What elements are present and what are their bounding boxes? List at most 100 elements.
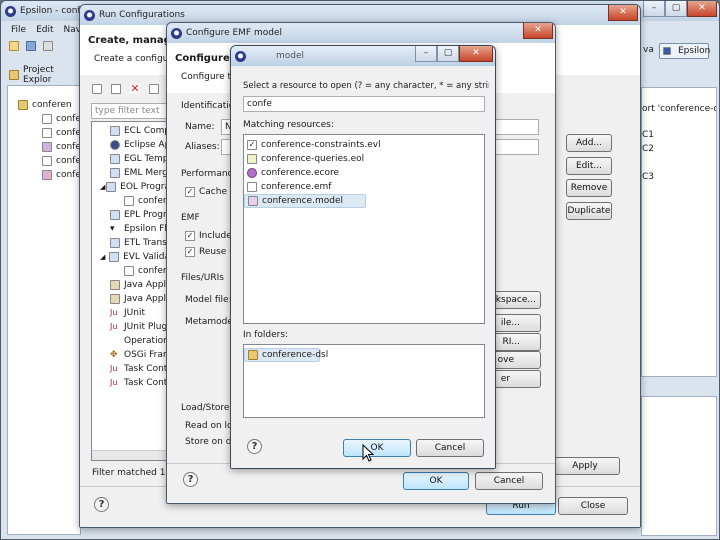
config-tree: ECL Compa Eclipse Ap EGL Templ EML Merge…: [91, 121, 171, 461]
new-icon[interactable]: [9, 41, 19, 51]
explorer-file-row[interactable]: conferen: [8, 154, 96, 168]
duplicate-config-icon[interactable]: [111, 84, 121, 94]
ecl-icon: [110, 126, 120, 136]
help-icon[interactable]: ?: [247, 439, 262, 454]
apply-button[interactable]: Apply: [550, 457, 620, 475]
tree-row-java-applet[interactable]: Java Applet: [92, 278, 170, 292]
file-icon: [42, 128, 52, 138]
tree-row-eol-config[interactable]: confere: [92, 194, 170, 208]
section-load-store: Load/Store: [181, 403, 230, 413]
section-files: Files/URIs: [181, 273, 224, 283]
eclipse-minimize-button[interactable]: –: [643, 1, 665, 17]
resource-row-emf[interactable]: conference.emf: [244, 180, 484, 194]
tree-row-flock[interactable]: ▾ Epsilon Flo: [92, 222, 170, 236]
run-config-close-button[interactable]: ✕: [608, 5, 638, 21]
osgi-icon: ✥: [110, 350, 120, 360]
duplicate-button[interactable]: Duplicate: [566, 202, 612, 220]
save-icon[interactable]: [26, 41, 36, 51]
editor-mark-c1: C1: [642, 130, 655, 140]
tree-row-osgi[interactable]: ✥ OSGi Fram: [92, 348, 170, 362]
add-button[interactable]: Add...: [566, 134, 612, 152]
close-button[interactable]: Close: [558, 497, 628, 515]
ecore-file-icon: [247, 168, 257, 178]
include-checkbox[interactable]: ✓: [185, 231, 195, 241]
tree-row-eclipse-app[interactable]: Eclipse Ap: [92, 138, 170, 152]
resource-search-input[interactable]: confe: [243, 96, 485, 112]
tree-horizontal-scrollbar[interactable]: [92, 450, 170, 460]
emf-ok-button[interactable]: OK: [403, 472, 469, 490]
model-file-icon: [248, 196, 258, 206]
help-icon[interactable]: ?: [94, 497, 109, 512]
file-icon: [42, 170, 52, 180]
menu-file[interactable]: File: [11, 25, 26, 35]
explorer-file-row[interactable]: conferen: [8, 140, 96, 154]
tree-row-evl[interactable]: ◢ EVL Valida: [92, 250, 170, 264]
etl-icon: [110, 238, 120, 248]
menu-edit[interactable]: Edit: [36, 25, 53, 35]
tree-row-evl-config[interactable]: confer: [92, 264, 170, 278]
tree-row-operational[interactable]: Operationa: [92, 334, 170, 348]
eclipse-menubar: File Edit Navi: [1, 22, 84, 38]
folder-row[interactable]: conference-dsl: [244, 348, 328, 362]
tree-row-etl[interactable]: ETL Transf: [92, 236, 170, 250]
explorer-file-row[interactable]: conferen: [8, 168, 96, 182]
store-on-dispose-label: Store on di: [185, 437, 234, 447]
explorer-file-row[interactable]: conferen: [8, 112, 96, 126]
resource-cancel-button[interactable]: Cancel: [416, 439, 484, 457]
resource-row-model[interactable]: conference.model: [244, 194, 366, 208]
emf-close-button[interactable]: ✕: [523, 23, 553, 39]
print-icon[interactable]: [43, 41, 53, 51]
expanded-triangle-icon[interactable]: ◢: [100, 253, 109, 261]
project-explorer-icon: [9, 70, 19, 80]
resource-row-evl[interactable]: ✓ conference-constraints.evl: [244, 138, 484, 152]
task-icon: Ju: [110, 364, 120, 374]
tree-row-task2[interactable]: Ju Task Conte: [92, 376, 170, 390]
emf-title: Configure EMF model: [186, 28, 282, 38]
editor-mark-c3: C3: [642, 172, 655, 182]
resource-close-button[interactable]: ✕: [459, 46, 493, 62]
junit-plugin-icon: Ju: [110, 322, 120, 332]
emf-file-icon: [247, 182, 257, 192]
emf-cancel-button[interactable]: Cancel: [475, 472, 543, 490]
eclipse-toolbar: [9, 41, 79, 59]
resource-minimize-button[interactable]: –: [415, 46, 437, 62]
remove-button[interactable]: Remove: [566, 179, 612, 197]
filter-input[interactable]: type filter text: [91, 103, 171, 119]
tree-row-egl[interactable]: EGL Templ: [92, 152, 170, 166]
include-label: Include: [199, 231, 232, 241]
help-icon[interactable]: ?: [183, 472, 198, 487]
tree-row-task1[interactable]: Ju Task Conte: [92, 362, 170, 376]
epsilon-perspective-icon: [663, 47, 671, 55]
tree-row-junit-plugin[interactable]: Ju JUnit Plug-: [92, 320, 170, 334]
resource-row-ecore[interactable]: conference.ecore: [244, 166, 484, 180]
mouse-cursor-icon: [362, 443, 375, 462]
file-icon: [42, 142, 52, 152]
tree-row-junit[interactable]: Ju JUnit: [92, 306, 170, 320]
eclipse-maximize-button[interactable]: ▢: [665, 1, 687, 17]
tree-row-java-app[interactable]: Java Applic: [92, 292, 170, 306]
folders-list: conference-dsl: [243, 344, 485, 418]
resource-title: model: [276, 51, 305, 61]
resource-ok-button[interactable]: OK: [343, 439, 411, 457]
tree-row-eml[interactable]: EML Merge: [92, 166, 170, 180]
perspective-java-label[interactable]: va: [643, 45, 654, 55]
resource-row-eol[interactable]: conference-queries.eol: [244, 152, 484, 166]
tree-row-eol[interactable]: ◢ EOL Progra: [92, 180, 170, 194]
eclipse-close-button[interactable]: ✕: [687, 1, 717, 17]
section-emf: EMF: [181, 213, 200, 223]
tree-row-epl[interactable]: EPL Progra: [92, 208, 170, 222]
cache-checkbox[interactable]: ✓: [185, 187, 195, 197]
resource-maximize-button[interactable]: ▢: [437, 46, 459, 62]
reuse-checkbox[interactable]: ✓: [185, 247, 195, 257]
edit-button[interactable]: Edit...: [566, 157, 612, 175]
collapse-all-icon[interactable]: [149, 84, 159, 94]
aliases-label: Aliases:: [185, 142, 220, 152]
eclipse-logo-icon: [235, 50, 246, 62]
tree-row-ecl[interactable]: ECL Compa: [92, 124, 170, 138]
delete-config-icon[interactable]: ✕: [130, 83, 140, 94]
new-config-icon[interactable]: [92, 84, 102, 94]
perspective-epsilon-button[interactable]: Epsilon: [659, 43, 710, 59]
explorer-file-row[interactable]: conferen: [8, 126, 96, 140]
explorer-project-row[interactable]: conferen: [8, 98, 80, 112]
project-explorer-tab[interactable]: Project Explor: [9, 65, 81, 85]
